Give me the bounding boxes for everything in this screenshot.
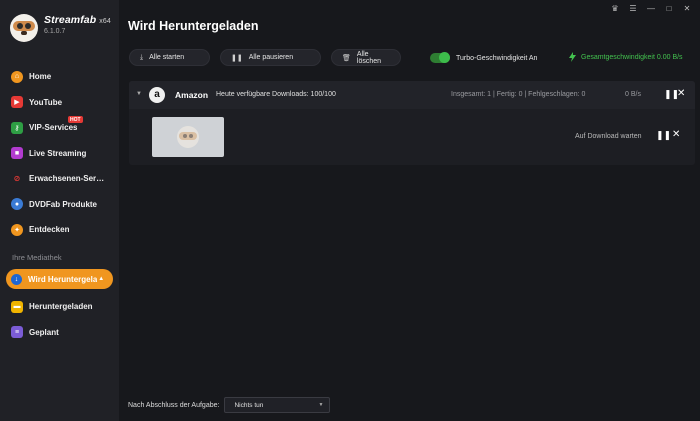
chevron-down-icon: ▼	[318, 402, 324, 408]
download-icon: ↓	[11, 273, 22, 285]
after-completion-select[interactable]: Nichts tun ▼	[224, 397, 331, 413]
streamfab-logo-icon	[177, 126, 199, 148]
sidebar-item-label: Wird Heruntergela	[28, 274, 98, 284]
folder-icon: ▬	[11, 300, 23, 313]
home-icon: ⌂	[11, 70, 23, 83]
sidebar-item-home[interactable]: ⌂ Home	[0, 64, 119, 90]
spinner-icon: ▲	[98, 276, 105, 282]
main-content: ♛ ☰ — □ ✕ Wird Heruntergeladen ⤓ Alle st…	[119, 0, 700, 421]
pause-all-label: Alle pausieren	[248, 54, 294, 61]
sidebar-item-downloading[interactable]: ↓ Wird Heruntergela ▲	[6, 269, 113, 289]
task-status: Auf Download warten	[575, 133, 642, 140]
sidebar-nav: ⌂ Home ▶ YouTube ⚷ VIP-Services HOT ■ Li…	[0, 64, 119, 243]
delete-all-button[interactable]: 🗑 Alle löschen	[331, 49, 401, 66]
sidebar-item-youtube[interactable]: ▶ YouTube	[0, 90, 119, 116]
close-icon[interactable]: ✕	[682, 4, 692, 14]
maximize-icon[interactable]: □	[664, 4, 674, 14]
sidebar-item-dvdfab-products[interactable]: ● DVDFab Produkte	[0, 192, 119, 218]
sidebar-item-label: Geplant	[29, 327, 59, 337]
sidebar-item-scheduled[interactable]: ≡ Geplant	[0, 320, 119, 346]
menu-icon[interactable]: ☰	[628, 4, 638, 14]
sidebar-item-label: Heruntergeladen	[29, 302, 93, 312]
close-icon[interactable]: ✕	[672, 129, 680, 140]
toggle-switch[interactable]	[430, 52, 450, 63]
brand: Streamfab x64 6.1.0.7	[10, 14, 111, 42]
sidebar: Streamfab x64 6.1.0.7 ⌂ Home ▶ YouTube ⚷ …	[0, 0, 119, 421]
window-controls: ♛ ☰ — □ ✕	[610, 4, 692, 14]
streamfab-logo-icon	[10, 14, 38, 42]
sidebar-item-label: YouTube	[29, 97, 63, 107]
calendar-list-icon: ≡	[11, 326, 23, 339]
pause-icon[interactable]: ❚❚	[656, 130, 671, 141]
service-name: Amazon	[175, 90, 209, 100]
app-version: 6.1.0.7	[44, 28, 66, 35]
turbo-speed-toggle[interactable]: Turbo-Geschwindigkeit An	[430, 52, 538, 63]
video-thumbnail	[152, 117, 224, 157]
download-task-row: Auf Download warten ❚❚ ✕	[129, 109, 695, 165]
adult-icon: ⊘	[13, 174, 21, 184]
dvdfab-icon: ●	[11, 198, 23, 211]
lightning-icon	[569, 52, 576, 62]
download-stats: Insgesamt: 1 | Fertig: 0 | Fehlgeschlage…	[451, 91, 586, 98]
app-arch: x64	[99, 18, 111, 25]
sidebar-item-discover[interactable]: ✦ Entdecken	[0, 217, 119, 243]
sidebar-item-label: Erwachsenen-Ser…	[29, 174, 105, 184]
download-group-header: ▼ a Amazon Heute verfügbare Downloads: 1…	[129, 81, 695, 109]
close-icon[interactable]: ✕	[677, 88, 685, 99]
page-title: Wird Heruntergeladen	[128, 19, 259, 33]
download-icon: ⤓	[140, 53, 144, 61]
chevron-down-icon[interactable]: ▼	[136, 91, 142, 97]
key-icon: ⚷	[11, 121, 23, 134]
sidebar-item-vip-services[interactable]: ⚷ VIP-Services HOT	[0, 115, 119, 141]
delete-all-label: Alle löschen	[356, 50, 382, 65]
library-section-label: Ihre Mediathek	[12, 253, 62, 262]
download-group-panel: ▼ a Amazon Heute verfügbare Downloads: 1…	[129, 81, 695, 165]
sidebar-item-label: DVDFab Produkte	[29, 199, 98, 209]
app-name: Streamfab x64	[44, 14, 111, 26]
minimize-icon[interactable]: —	[646, 4, 656, 14]
app-window: Streamfab x64 6.1.0.7 ⌂ Home ▶ YouTube ⚷ …	[0, 0, 700, 421]
download-quota: Heute verfügbare Downloads: 100/100	[216, 91, 336, 98]
total-speed: Gesamtgeschwindigkeit 0.00 B/s	[569, 52, 683, 62]
toolbar: ⤓ Alle starten ❚❚ Alle pausieren 🗑 Alle …	[129, 49, 401, 66]
footer: Nach Abschluss der Aufgabe: Nichts tun ▼	[128, 397, 331, 413]
sidebar-item-adult-services[interactable]: ⊘ Erwachsenen-Ser…	[0, 166, 119, 192]
youtube-icon: ▶	[11, 96, 23, 109]
library-nav: ↓ Wird Heruntergela ▲ ▬ Heruntergeladen …	[0, 269, 119, 345]
skin-icon[interactable]: ♛	[610, 4, 620, 14]
after-completion-label: Nach Abschluss der Aufgabe:	[128, 401, 220, 409]
pause-icon: ❚❚	[231, 54, 243, 62]
sidebar-item-label: Entdecken	[29, 225, 70, 235]
trash-icon: 🗑	[342, 54, 351, 62]
start-all-label: Alle starten	[149, 54, 185, 61]
pause-all-button[interactable]: ❚❚ Alle pausieren	[220, 49, 321, 66]
total-speed-label: Gesamtgeschwindigkeit 0.00 B/s	[581, 53, 683, 61]
compass-icon: ✦	[11, 223, 23, 236]
sidebar-item-label: Home	[29, 72, 52, 82]
amazon-logo-icon: a	[149, 87, 165, 103]
sidebar-item-label: Live Streaming	[29, 148, 87, 158]
group-speed: 0 B/s	[625, 91, 641, 98]
sidebar-item-downloaded[interactable]: ▬ Heruntergeladen	[0, 294, 119, 320]
turbo-speed-label: Turbo-Geschwindigkeit An	[456, 54, 538, 62]
sidebar-item-live-streaming[interactable]: ■ Live Streaming	[0, 141, 119, 167]
after-completion-value: Nichts tun	[234, 401, 264, 409]
video-camera-icon: ■	[11, 147, 23, 160]
start-all-button[interactable]: ⤓ Alle starten	[129, 49, 210, 66]
hot-badge: HOT	[68, 116, 83, 123]
sidebar-item-label: VIP-Services	[29, 123, 78, 133]
